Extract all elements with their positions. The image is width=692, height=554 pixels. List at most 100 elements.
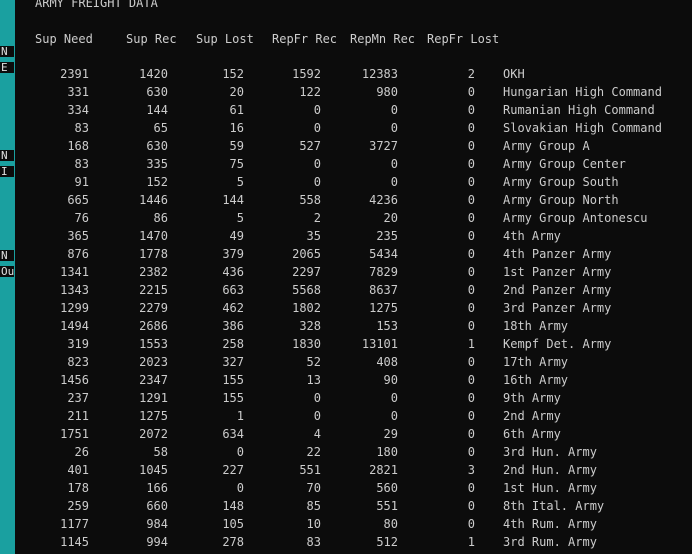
strip-fragment: N <box>0 46 14 57</box>
cell-sup-lost: 105 <box>222 517 244 531</box>
cell-repfr-rec: 558 <box>299 193 321 207</box>
cell-sup-need: 665 <box>67 193 89 207</box>
cell-sup-need: 1343 <box>60 283 89 297</box>
cell-repmn-rec: 4236 <box>369 193 398 207</box>
cell-repmn-rec: 153 <box>376 319 398 333</box>
cell-sup-lost: 462 <box>222 301 244 315</box>
cell-unit-name: 6th Army <box>503 427 561 441</box>
cell-sup-lost: 16 <box>229 121 244 135</box>
cell-repmn-rec: 20 <box>383 211 398 225</box>
terminal-window[interactable]: ARMY FREIGHT DATA Sup Need Sup Rec Sup L… <box>15 0 692 554</box>
cell-repmn-rec: 512 <box>376 535 398 549</box>
cell-repfr-rec: 70 <box>306 481 321 495</box>
cell-repfr-lost: 0 <box>467 193 475 207</box>
cell-sup-need: 2391 <box>60 67 89 81</box>
cell-repfr-rec: 10 <box>306 517 321 531</box>
cell-repfr-rec: 52 <box>306 355 321 369</box>
cell-repfr-lost: 0 <box>467 157 475 171</box>
cell-sup-lost: 227 <box>222 463 244 477</box>
cell-repmn-rec: 0 <box>390 121 398 135</box>
cell-sup-need: 26 <box>74 445 89 459</box>
cell-sup-need: 319 <box>67 337 89 351</box>
cell-unit-name: Army Group Antonescu <box>503 211 648 225</box>
cell-sup-rec: 1778 <box>139 247 168 261</box>
cell-sup-rec: 1470 <box>139 229 168 243</box>
col-header-sup-rec: Sup Rec <box>126 32 177 46</box>
cell-sup-need: 237 <box>67 391 89 405</box>
cell-unit-name: 9th Army <box>503 391 561 405</box>
cell-repmn-rec: 3727 <box>369 139 398 153</box>
cell-repmn-rec: 980 <box>376 85 398 99</box>
cell-repfr-rec: 122 <box>299 85 321 99</box>
cell-repfr-lost: 0 <box>467 445 475 459</box>
cell-sup-lost: 155 <box>222 373 244 387</box>
cell-sup-rec: 630 <box>146 85 168 99</box>
cell-repfr-rec: 551 <box>299 463 321 477</box>
cell-sup-rec: 58 <box>153 445 168 459</box>
cell-sup-lost: 152 <box>222 67 244 81</box>
cell-repfr-lost: 1 <box>467 535 475 549</box>
cell-unit-name: Rumanian High Command <box>503 103 655 117</box>
cell-sup-rec: 152 <box>146 175 168 189</box>
cell-sup-lost: 75 <box>229 157 244 171</box>
cell-sup-need: 1456 <box>60 373 89 387</box>
cell-sup-rec: 2279 <box>139 301 168 315</box>
cell-unit-name: Army Group Center <box>503 157 626 171</box>
cell-unit-name: 2nd Hun. Army <box>503 463 597 477</box>
cell-repmn-rec: 80 <box>383 517 398 531</box>
cell-sup-rec: 86 <box>153 211 168 225</box>
cell-sup-lost: 20 <box>229 85 244 99</box>
cell-sup-need: 334 <box>67 103 89 117</box>
cell-sup-rec: 2023 <box>139 355 168 369</box>
cell-repfr-rec: 13 <box>306 373 321 387</box>
cell-repfr-lost: 0 <box>467 517 475 531</box>
cell-sup-rec: 144 <box>146 103 168 117</box>
cell-sup-need: 83 <box>74 157 89 171</box>
cell-repfr-lost: 0 <box>467 283 475 297</box>
cell-sup-rec: 984 <box>146 517 168 531</box>
col-header-repfr-rec: RepFr Rec <box>272 32 338 46</box>
cell-repmn-rec: 0 <box>390 175 398 189</box>
cell-repmn-rec: 12383 <box>361 67 398 81</box>
cell-repfr-lost: 3 <box>467 463 475 477</box>
cell-unit-name: 18th Army <box>503 319 569 333</box>
cell-sup-lost: 148 <box>222 499 244 513</box>
cell-unit-name: 4th Panzer Army <box>503 247 612 261</box>
cell-sup-lost: 386 <box>222 319 244 333</box>
cell-unit-name: OKH <box>503 67 525 81</box>
cell-unit-name: 4th Rum. Army <box>503 517 597 531</box>
cell-repfr-rec: 1830 <box>292 337 321 351</box>
cell-sup-rec: 1420 <box>139 67 168 81</box>
cell-repfr-lost: 0 <box>467 373 475 387</box>
cell-unit-name: Hungarian High Command <box>503 85 662 99</box>
cell-repfr-rec: 1592 <box>292 67 321 81</box>
cell-sup-rec: 1291 <box>139 391 168 405</box>
cell-unit-name: 3rd Rum. Army <box>503 535 597 549</box>
cell-repmn-rec: 0 <box>390 157 398 171</box>
cell-repfr-rec: 83 <box>306 535 321 549</box>
cell-repfr-rec: 4 <box>313 427 321 441</box>
cell-sup-need: 83 <box>74 121 89 135</box>
col-header-sup-lost: Sup Lost <box>196 32 254 46</box>
cell-repfr-rec: 85 <box>306 499 321 513</box>
cell-repmn-rec: 8637 <box>369 283 398 297</box>
cell-sup-rec: 2686 <box>139 319 168 333</box>
cell-unit-name: 17th Army <box>503 355 569 369</box>
cell-repmn-rec: 90 <box>383 373 398 387</box>
cell-unit-name: Army Group A <box>503 139 590 153</box>
cell-repfr-lost: 0 <box>467 139 475 153</box>
cell-sup-rec: 630 <box>146 139 168 153</box>
cell-unit-name: 3rd Hun. Army <box>503 445 597 459</box>
cell-sup-rec: 2347 <box>139 373 168 387</box>
cell-repfr-lost: 0 <box>467 211 475 225</box>
cell-unit-name: 2nd Army <box>503 409 561 423</box>
cell-repfr-lost: 0 <box>467 85 475 99</box>
cell-sup-need: 876 <box>67 247 89 261</box>
cell-sup-rec: 1045 <box>139 463 168 477</box>
cell-unit-name: 8th Ital. Army <box>503 499 605 513</box>
cell-sup-lost: 258 <box>222 337 244 351</box>
cell-repfr-rec: 22 <box>306 445 321 459</box>
cell-sup-need: 1341 <box>60 265 89 279</box>
cell-sup-lost: 155 <box>222 391 244 405</box>
cell-repfr-lost: 0 <box>467 409 475 423</box>
